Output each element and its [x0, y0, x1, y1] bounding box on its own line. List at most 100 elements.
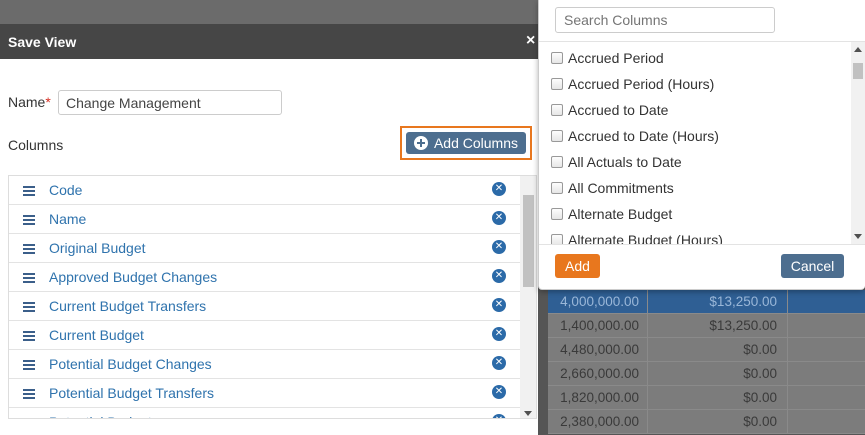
add-button[interactable]: Add: [555, 254, 600, 278]
column-row[interactable]: Approved Budget Changes ✕: [9, 263, 520, 292]
name-field[interactable]: [58, 90, 282, 115]
remove-column-icon[interactable]: ✕: [492, 182, 506, 196]
drag-handle-icon[interactable]: [23, 215, 35, 225]
column-option[interactable]: Accrued to Date (Hours): [551, 123, 719, 149]
columns-scrollbar-thumb[interactable]: [523, 195, 534, 287]
column-row[interactable]: Current Budget ✕: [9, 321, 520, 350]
remove-column-icon[interactable]: ✕: [492, 298, 506, 312]
scroll-down-icon[interactable]: [524, 411, 532, 416]
column-option-label: Accrued to Date: [568, 102, 669, 118]
drag-handle-icon[interactable]: [23, 302, 35, 312]
column-option[interactable]: Accrued Period (Hours): [551, 71, 714, 97]
table-cell: 1,400,000.00: [548, 314, 648, 337]
checkbox[interactable]: [551, 130, 563, 142]
background-table-row: 1,820,000.00 $0.00: [548, 386, 865, 410]
dialog-title: Save View: [8, 34, 77, 50]
column-option[interactable]: Accrued to Date: [551, 97, 668, 123]
column-row[interactable]: Current Budget Transfers ✕: [9, 292, 520, 321]
background-table-row: 2,660,000.00 $0.00: [548, 362, 865, 386]
column-row[interactable]: Potential Budget ✕: [9, 408, 520, 419]
add-columns-label: Add Columns: [433, 135, 519, 151]
options-scrollbar[interactable]: [851, 42, 865, 244]
table-cell: $0.00: [648, 386, 788, 409]
selected-columns-list: Code ✕ Name ✕ Original Budget ✕ Approved Budge…: [8, 175, 537, 419]
drag-handle-icon[interactable]: [23, 331, 35, 341]
plus-circle-icon: [413, 136, 428, 150]
checkbox[interactable]: [551, 182, 563, 194]
table-cell: [788, 410, 865, 433]
checkbox[interactable]: [551, 208, 563, 220]
column-row[interactable]: Potential Budget Transfers ✕: [9, 379, 520, 408]
add-columns-button[interactable]: Add Columns: [406, 132, 526, 154]
column-name: Potential Budget Changes: [49, 356, 212, 372]
background-table: 4,000,000.00 $13,250.00 1,400,000.00 $13,25…: [548, 290, 865, 435]
options-scrollbar-thumb[interactable]: [853, 63, 863, 79]
column-option-label: All Commitments: [568, 180, 674, 196]
column-option[interactable]: All Commitments: [551, 175, 674, 201]
column-option[interactable]: Alternate Budget (Hours): [551, 227, 723, 245]
table-cell: 1,820,000.00: [548, 386, 648, 409]
column-option-label: Alternate Budget (Hours): [568, 232, 723, 245]
column-option-label: Accrued to Date (Hours): [568, 128, 719, 144]
table-cell: [788, 290, 865, 313]
column-row[interactable]: Original Budget ✕: [9, 234, 520, 263]
table-cell: [788, 362, 865, 385]
column-option-label: Accrued Period (Hours): [568, 76, 715, 92]
column-option-label: Accrued Period: [568, 50, 664, 66]
remove-column-icon[interactable]: ✕: [492, 356, 506, 370]
table-cell: 2,660,000.00: [548, 362, 648, 385]
dialog-header: Save View ×: [0, 24, 538, 59]
background-table-row: 1,400,000.00 $13,250.00: [548, 314, 865, 338]
drag-handle-icon[interactable]: [23, 244, 35, 254]
checkbox[interactable]: [551, 156, 563, 168]
remove-column-icon[interactable]: ✕: [492, 414, 506, 418]
columns-scrollbar[interactable]: [520, 176, 536, 418]
remove-column-icon[interactable]: ✕: [492, 269, 506, 283]
column-option-label: Alternate Budget: [568, 206, 673, 222]
drag-handle-icon[interactable]: [23, 418, 35, 419]
add-columns-dropdown: Accrued Period Accrued Period (Hours) Accr…: [538, 0, 865, 290]
table-cell: 2,380,000.00: [548, 410, 648, 433]
checkbox[interactable]: [551, 104, 563, 116]
column-name: Current Budget: [49, 327, 144, 343]
column-option[interactable]: Accrued Period: [551, 45, 664, 71]
column-option[interactable]: All Actuals to Date: [551, 149, 682, 175]
scroll-down-icon[interactable]: [854, 234, 862, 239]
remove-column-icon[interactable]: ✕: [492, 240, 506, 254]
drag-handle-icon[interactable]: [23, 360, 35, 370]
column-name: Original Budget: [49, 240, 146, 256]
background-table-row: 4,000,000.00 $13,250.00: [548, 290, 865, 314]
table-cell: $0.00: [648, 362, 788, 385]
column-row[interactable]: Name ✕: [9, 205, 520, 234]
background-table-row: 4,480,000.00 $0.00: [548, 338, 865, 362]
column-row[interactable]: Code ✕: [9, 176, 520, 205]
table-cell: $0.00: [648, 338, 788, 361]
checkbox[interactable]: [551, 52, 563, 64]
column-options-list: Accrued Period Accrued Period (Hours) Accr…: [539, 41, 865, 245]
column-row[interactable]: Potential Budget Changes ✕: [9, 350, 520, 379]
checkbox[interactable]: [551, 78, 563, 90]
remove-column-icon[interactable]: ✕: [492, 385, 506, 399]
cancel-button[interactable]: Cancel: [781, 254, 844, 278]
drag-handle-icon[interactable]: [23, 273, 35, 283]
table-cell: [788, 386, 865, 409]
drag-handle-icon[interactable]: [23, 186, 35, 196]
required-marker: *: [45, 94, 51, 110]
drag-handle-icon[interactable]: [23, 389, 35, 399]
column-name: Approved Budget Changes: [49, 269, 218, 285]
close-icon[interactable]: ×: [526, 32, 535, 50]
remove-column-icon[interactable]: ✕: [492, 211, 506, 225]
background-table-row: 2,380,000.00 $0.00: [548, 410, 865, 434]
table-cell: 4,480,000.00: [548, 338, 648, 361]
column-option[interactable]: Alternate Budget: [551, 201, 672, 227]
column-name: Name: [49, 211, 87, 227]
table-cell: $13,250.00: [648, 314, 788, 337]
name-label: Name*: [8, 94, 51, 110]
column-name: Code: [49, 182, 83, 198]
remove-column-icon[interactable]: ✕: [492, 327, 506, 341]
table-cell: $0.00: [648, 410, 788, 433]
checkbox[interactable]: [551, 234, 563, 244]
scroll-up-icon[interactable]: [854, 47, 862, 52]
table-cell: 4,000,000.00: [548, 290, 648, 313]
search-columns-input[interactable]: [555, 7, 775, 33]
